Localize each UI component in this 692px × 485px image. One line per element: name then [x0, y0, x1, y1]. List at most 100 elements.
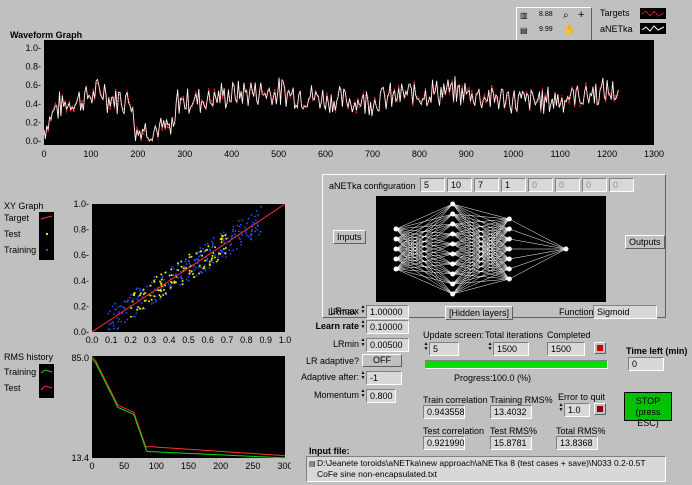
- format-x-icon[interactable]: 8.88: [539, 11, 553, 18]
- inputs-button[interactable]: Inputs: [333, 230, 366, 244]
- xy-training-point: [211, 246, 214, 249]
- learn-rate-control[interactable]: ▲ ▼ 0.10000: [360, 320, 409, 334]
- rms-x-tick: 250: [245, 461, 260, 471]
- layer-size-2[interactable]: 10: [447, 178, 472, 192]
- lr-adaptive-toggle[interactable]: OFF: [362, 354, 402, 367]
- xy-test-point: [153, 295, 156, 298]
- error-quit-control[interactable]: ▲ ▼ 1.0: [558, 403, 590, 417]
- xy-test-point: [158, 294, 161, 297]
- network-node: [450, 221, 456, 227]
- network-node: [450, 231, 456, 237]
- xy-test-point: [170, 274, 173, 277]
- waveform-x-tick: 200: [130, 149, 145, 159]
- crosshair-icon[interactable]: +: [578, 9, 584, 21]
- xy-training-point: [199, 247, 202, 249]
- xy-training-point: [151, 281, 153, 284]
- function-label: Function: [559, 307, 594, 317]
- format-y-icon[interactable]: 9.99: [539, 26, 553, 33]
- xy-training-point: [250, 237, 252, 240]
- adaptive-after-value[interactable]: -1: [366, 371, 402, 385]
- completed-led: [594, 342, 606, 354]
- xy-test-point: [222, 248, 225, 250]
- time-left-value: 0: [628, 357, 664, 371]
- xy-training-point: [246, 222, 248, 225]
- momentum-control[interactable]: ▲ ▼ 0.800: [360, 389, 396, 403]
- xy-test-point: [164, 292, 167, 295]
- waveform-x-tick: 0: [41, 149, 46, 159]
- test-rms-label: Test RMS%: [490, 426, 538, 436]
- waveform-graph[interactable]: 1.0- 0.8- 0.6- 0.4- 0.2- 0.0- 0 100 200 300 400 50…: [0, 38, 680, 168]
- waveform-x-tick: 400: [224, 149, 239, 159]
- layer-size-6[interactable]: 0: [555, 178, 580, 192]
- lrmin-value[interactable]: 0.00500: [366, 338, 409, 352]
- stop-button[interactable]: STOP (press ESC): [624, 392, 672, 428]
- xy-graph[interactable]: 1.0-0.8-0.6-0.4-0.2-0.0- 0.0 0.1 0.2 0.3 0.4…: [56, 200, 291, 350]
- function-select[interactable]: Sigmoid: [593, 305, 657, 319]
- total-iterations-value[interactable]: 1500: [493, 342, 529, 356]
- xy-training-point: [225, 256, 227, 258]
- xy-y-tick: 1.0-: [73, 200, 89, 209]
- xy-test-point: [169, 286, 172, 289]
- layer-size-5[interactable]: 0: [528, 178, 553, 192]
- layer-size-1[interactable]: 5: [420, 178, 445, 192]
- xy-test-point: [173, 280, 176, 283]
- xy-training-point: [234, 233, 236, 236]
- xy-training-point: [123, 307, 126, 310]
- progress-bar: [425, 360, 608, 369]
- xy-test-point: [155, 275, 158, 278]
- waveform-y-tick: 1.0-: [25, 43, 41, 53]
- xy-test-point: [190, 270, 193, 273]
- rms-graph[interactable]: 85.0 13.4 0 50 100 150 200 250 300: [56, 350, 291, 478]
- xy-test-point: [138, 294, 141, 297]
- zoom-icon[interactable]: ⌕: [563, 10, 569, 21]
- xy-training-point: [235, 248, 238, 250]
- xy-training-point: [256, 229, 259, 231]
- hidden-layers-button[interactable]: [Hidden layers]: [445, 306, 514, 320]
- xy-training-point: [116, 317, 118, 319]
- xy-test-point: [208, 260, 211, 263]
- xy-test-point: [210, 258, 213, 261]
- xy-training-point: [123, 300, 126, 303]
- xy-training-point: [212, 261, 215, 264]
- error-quit-value[interactable]: 1.0: [564, 403, 590, 417]
- xy-training-point: [179, 276, 182, 279]
- xy-training-point: [194, 259, 197, 262]
- learn-rate-value[interactable]: 0.10000: [366, 320, 409, 334]
- xy-training-point: [232, 228, 234, 231]
- xy-test-point: [153, 280, 156, 283]
- xy-test-point: [160, 273, 163, 276]
- update-screen-value[interactable]: 5: [429, 342, 459, 356]
- total-iterations-control[interactable]: ▲ ▼ 1500: [487, 342, 529, 356]
- graph-palette[interactable]: ▥ ▤ 8.88 9.99 ⌕ + ✋: [516, 7, 592, 41]
- lrmax-value[interactable]: 1.00000: [366, 305, 409, 319]
- input-file-path[interactable]: ▤ D:\Jeanete toroids\aNETka\new approach…: [306, 456, 666, 482]
- xy-training-point: [255, 210, 258, 212]
- xy-y-tick: 0.6-: [73, 250, 89, 260]
- layer-size-7[interactable]: 0: [582, 178, 607, 192]
- training-rms-label: Training RMS%: [490, 395, 553, 405]
- train-corr-value: 0.943558: [423, 405, 465, 419]
- layers-array[interactable]: 5 10 7 1 0 0 0 0: [420, 178, 660, 192]
- update-screen-control[interactable]: ▲ ▼ 5: [423, 342, 459, 356]
- layer-size-8[interactable]: 0: [609, 178, 634, 192]
- autoscale-y-icon[interactable]: ▤: [520, 26, 528, 35]
- legend-anetka: aNETka: [600, 24, 633, 34]
- xy-training-point: [184, 260, 187, 263]
- file-browse-icon[interactable]: ▤: [309, 459, 316, 470]
- lrmin-control[interactable]: ▲ ▼ 0.00500: [360, 338, 409, 352]
- xy-y-tick: 0.2-: [73, 301, 89, 311]
- layer-size-4[interactable]: 1: [501, 178, 526, 192]
- xy-test-point: [217, 258, 219, 261]
- xy-training-point: [177, 264, 180, 267]
- layer-size-3[interactable]: 7: [474, 178, 499, 192]
- lrmax-control[interactable]: ▲ ▼ 1.00000: [360, 305, 409, 319]
- adaptive-after-control[interactable]: ▲ ▼ -1: [360, 371, 402, 385]
- xy-training-point: [222, 238, 225, 240]
- xy-training-point: [161, 276, 164, 279]
- momentum-value[interactable]: 0.800: [366, 389, 396, 403]
- outputs-button[interactable]: Outputs: [625, 235, 665, 249]
- xy-training-point: [238, 230, 240, 233]
- autoscale-x-icon[interactable]: ▥: [520, 11, 528, 20]
- xy-test-point: [181, 280, 184, 282]
- hand-icon[interactable]: ✋: [563, 25, 575, 36]
